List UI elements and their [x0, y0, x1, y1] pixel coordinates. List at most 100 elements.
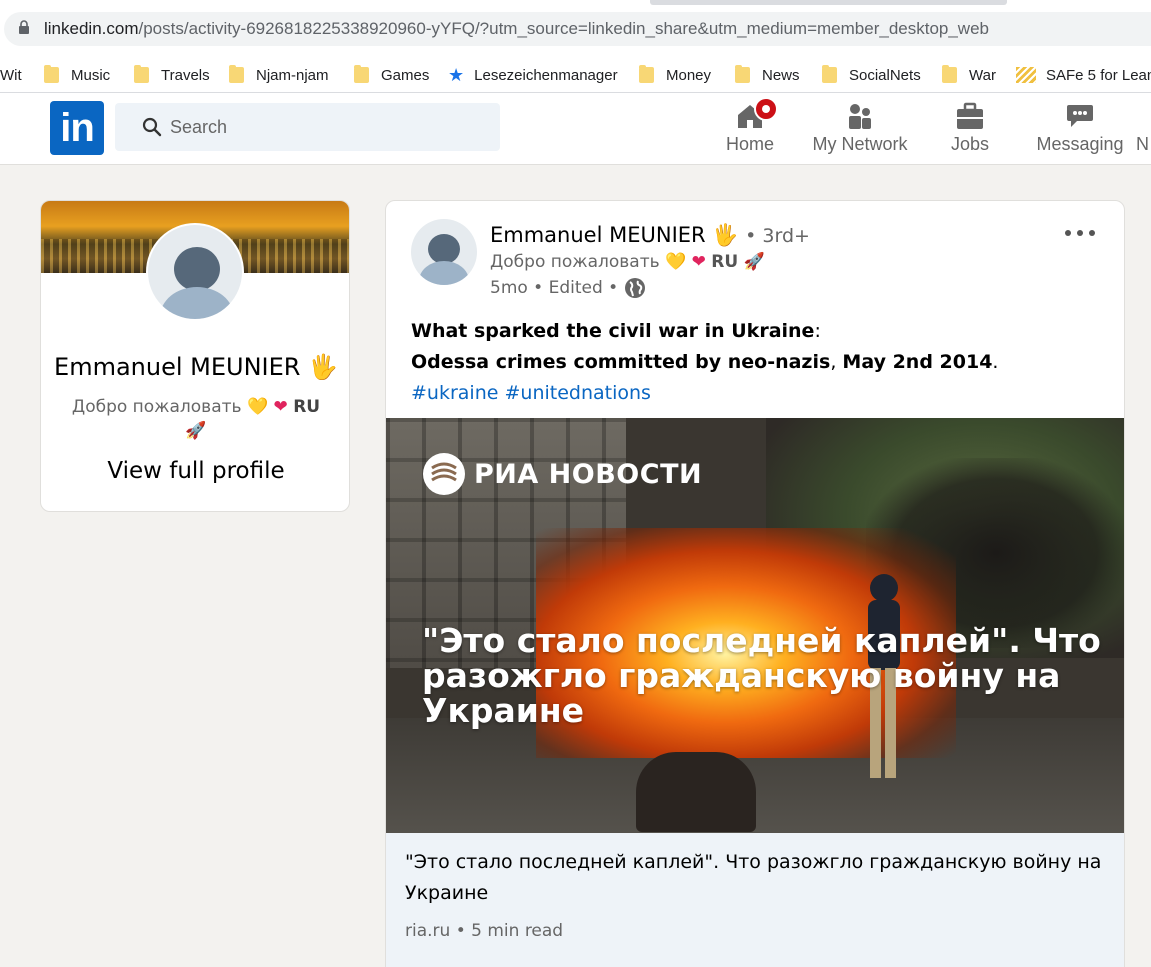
- bookmark-money[interactable]: Money: [639, 57, 712, 92]
- ria-logo-icon: [423, 453, 465, 495]
- globe-icon: [625, 278, 646, 298]
- nav-label: My Network: [812, 134, 908, 154]
- folder-icon: [229, 65, 244, 83]
- bookmark-label: SAFe 5 for Lean: [1046, 66, 1151, 84]
- article-link-preview[interactable]: "Это стало последней каплей". Что разожг…: [386, 833, 1124, 967]
- profile-tagline: Добро пожаловать 💛 ❤ RU 🚀: [41, 395, 349, 443]
- bookmark-label: SocialNets: [849, 66, 921, 84]
- url-host: linkedin.com: [44, 19, 139, 38]
- folder-icon: [354, 65, 369, 83]
- bookmark-socialnets[interactable]: SocialNets: [822, 57, 921, 92]
- tagline-text: Добро пожаловать: [71, 397, 242, 417]
- bookmark-travels[interactable]: Travels: [134, 57, 210, 92]
- linkedin-logo[interactable]: in: [50, 101, 104, 155]
- search-input[interactable]: [170, 103, 490, 151]
- bookmark-label: Travels: [161, 66, 210, 84]
- nav-my-network[interactable]: My Network: [806, 93, 914, 165]
- view-full-profile-link[interactable]: View full profile: [41, 458, 349, 484]
- ria-logo: РИА НОВОСТИ: [422, 452, 702, 496]
- safe-icon: [1016, 67, 1036, 83]
- tagline-text: Добро пожаловать: [490, 252, 660, 272]
- nav-label: Messaging: [1036, 134, 1124, 154]
- author-avatar[interactable]: [411, 219, 477, 285]
- bookmark-wit[interactable]: Wit: [0, 57, 22, 92]
- briefcase-icon: [957, 102, 983, 129]
- hashtag-link[interactable]: #unitednations: [504, 382, 650, 404]
- heart-yellow-icon: 💛: [246, 397, 269, 417]
- search-box[interactable]: [115, 103, 500, 151]
- avatar[interactable]: [146, 223, 244, 321]
- folder-icon: [735, 65, 750, 83]
- heart-red-icon: ❤: [691, 252, 706, 272]
- ria-logo-text: РИА НОВОСТИ: [474, 458, 703, 490]
- star-icon: ★: [448, 64, 465, 85]
- post-text: What sparked the civil war in Ukraine: O…: [411, 316, 1101, 409]
- tagline-code: RU: [711, 252, 739, 272]
- article-title[interactable]: "Это стало последней каплей". Что разожг…: [405, 847, 1105, 909]
- folder-icon: [639, 65, 654, 83]
- post-card: Emmanuel MEUNIER 🖐 • 3rd+ Добро пожалова…: [385, 200, 1125, 967]
- browser-address-bar: linkedin.com/posts/activity-692681822533…: [0, 0, 1151, 57]
- bookmark-label: Lesezeichenmanager: [474, 66, 618, 84]
- profile-name[interactable]: Emmanuel MEUNIER 🖐: [41, 353, 349, 381]
- nav-home[interactable]: Home: [712, 93, 788, 165]
- post-text-line-2: Odessa crimes committed by neo-nazis, Ma…: [411, 347, 1101, 378]
- bookmark-war[interactable]: War: [942, 57, 996, 92]
- rocket-icon: 🚀: [743, 252, 765, 272]
- nav-messaging[interactable]: Messaging: [1030, 93, 1130, 165]
- avatar-body: [419, 261, 469, 285]
- folder-icon: [44, 65, 59, 83]
- folder-icon: [822, 65, 837, 83]
- post-image[interactable]: РИА НОВОСТИ "Это стало последней каплей"…: [386, 418, 1124, 833]
- heart-red-icon: ❤: [273, 397, 288, 417]
- folder-icon: [134, 65, 149, 83]
- image-barrel: [636, 752, 756, 832]
- bookmark-lesezeichenmanager[interactable]: ★ Lesezeichenmanager: [448, 57, 618, 92]
- bookmark-music[interactable]: Music: [44, 57, 110, 92]
- post-text-punct: ,: [830, 351, 843, 373]
- nav-label: Jobs: [950, 134, 990, 154]
- connection-degree: • 3rd+: [745, 225, 810, 247]
- bookmark-label: Games: [381, 66, 430, 84]
- url-text[interactable]: linkedin.com/posts/activity-692681822533…: [44, 19, 989, 39]
- bookmark-safe[interactable]: SAFe 5 for Lean: [1016, 57, 1151, 92]
- bookmark-label: War: [969, 66, 996, 84]
- network-icon: [849, 104, 871, 129]
- notification-badge: [754, 97, 778, 121]
- linkedin-header: in Home My Network Jobs Me: [0, 93, 1151, 165]
- nav-notifications[interactable]: N: [1136, 93, 1151, 165]
- heart-yellow-icon: 💛: [665, 252, 687, 272]
- nav-jobs[interactable]: Jobs: [936, 93, 1004, 165]
- article-source: ria.ru • 5 min read: [405, 921, 564, 941]
- lock-icon: [19, 20, 29, 34]
- bookmark-news[interactable]: News: [735, 57, 800, 92]
- bookmark-games[interactable]: Games: [354, 57, 430, 92]
- message-icon: [1067, 105, 1093, 127]
- post-time: 5mo • Edited •: [490, 278, 619, 298]
- post-text-bold: May 2nd 2014: [842, 351, 993, 373]
- folder-icon: [942, 65, 957, 83]
- profile-card: Emmanuel MEUNIER 🖐 Добро пожаловать 💛 ❤ …: [40, 200, 350, 512]
- more-options-icon[interactable]: [1062, 223, 1098, 243]
- post-text-punct: :: [814, 320, 821, 342]
- author-name[interactable]: Emmanuel MEUNIER 🖐: [490, 223, 738, 247]
- tagline-code: RU: [293, 397, 321, 417]
- nav-label: Home: [725, 134, 774, 154]
- hashtag-link[interactable]: #ukraine: [411, 382, 498, 404]
- search-icon: [142, 117, 162, 137]
- bookmark-njam-njam[interactable]: Njam-njam: [229, 57, 329, 92]
- avatar-body: [160, 287, 234, 319]
- avatar-head: [428, 234, 460, 264]
- bookmark-label: Money: [666, 66, 712, 84]
- post-text-bold: Odessa crimes committed by neo-nazis: [411, 351, 831, 373]
- author-name-line[interactable]: Emmanuel MEUNIER 🖐 • 3rd+: [490, 223, 810, 248]
- bookmark-label: Wit: [0, 66, 22, 84]
- browser-tab-indicator: [650, 0, 1007, 5]
- post-meta: 5mo • Edited •: [490, 277, 646, 299]
- bookmarks-bar: Wit Music Travels Njam-njam Games ★ Lese…: [0, 57, 1151, 93]
- url-path: /posts/activity-6926818225338920960-yYFQ…: [138, 19, 990, 38]
- post-text-punct: .: [992, 351, 999, 373]
- post-hashtags: #ukraine #unitednations: [411, 378, 1101, 409]
- post-text-line-1: What sparked the civil war in Ukraine:: [411, 316, 1101, 347]
- avatar-head: [174, 247, 220, 291]
